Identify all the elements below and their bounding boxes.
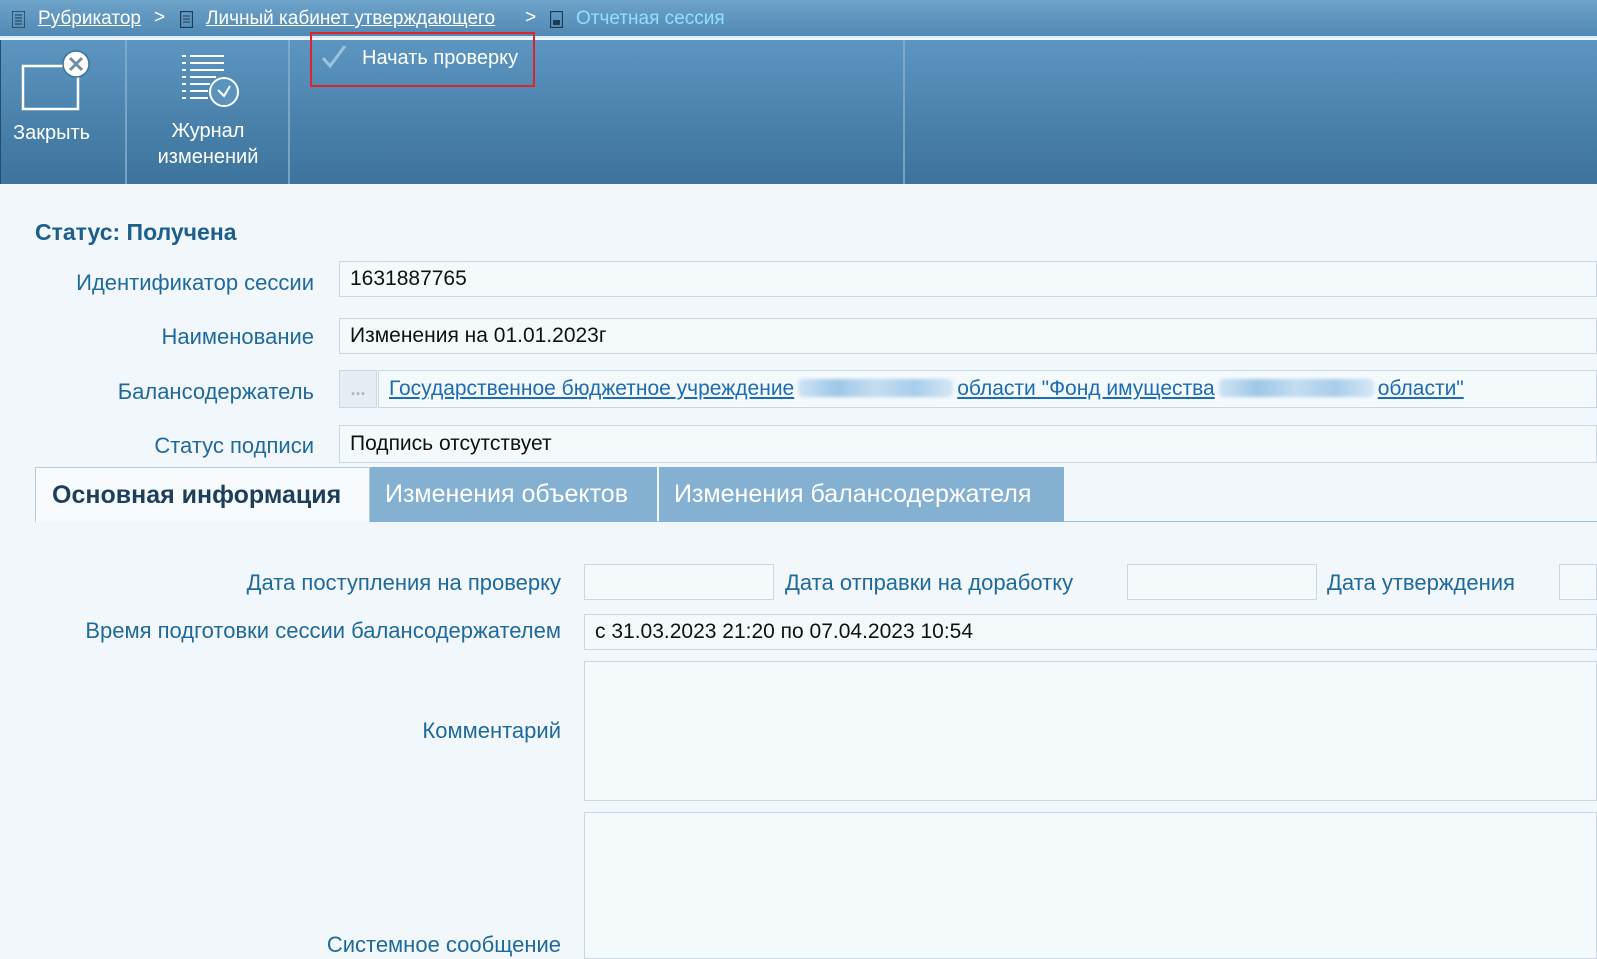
- date-sent-back-label: Дата отправки на доработку: [785, 570, 1074, 595]
- change-log-label-line1: Журнал: [171, 120, 245, 142]
- sign-status-field[interactable]: Подпись отсутствует: [339, 425, 1597, 463]
- redacted-region: [798, 379, 954, 397]
- document-icon: [180, 11, 193, 28]
- session-id-label: Идентификатор сессии: [76, 270, 314, 295]
- breadcrumb-separator: >: [525, 7, 537, 28]
- toolbar-divider: [125, 40, 127, 184]
- owner-link-part1[interactable]: Государственное бюджетное учреждение: [389, 377, 794, 400]
- owner-link-part3[interactable]: области": [1378, 377, 1464, 400]
- breadcrumb-underline: [0, 36, 1597, 38]
- system-message-label: Системное сообщение: [326, 932, 561, 957]
- toolbar-divider: [288, 40, 290, 184]
- redacted-region: [1218, 379, 1374, 397]
- change-log-icon: [182, 55, 239, 107]
- name-label: Наименование: [161, 324, 314, 349]
- sign-status-label: Статус подписи: [154, 433, 314, 458]
- page-icon: [550, 11, 563, 28]
- close-window-icon: [21, 50, 90, 111]
- comment-label: Комментарий: [422, 718, 561, 743]
- name-field[interactable]: Изменения на 01.01.2023г: [339, 318, 1597, 354]
- change-log-button[interactable]: Журнал изменений: [128, 40, 288, 184]
- owner-link-part2[interactable]: области "Фонд имущества: [957, 377, 1215, 400]
- date-sent-back-field[interactable]: [1127, 564, 1317, 600]
- list-icon: [12, 11, 25, 28]
- session-id-field[interactable]: 1631887765: [339, 261, 1597, 297]
- owner-select-button[interactable]: ...: [339, 370, 377, 408]
- breadcrumb-bar: Рубрикатор > Личный кабинет утверждающег…: [0, 0, 1597, 38]
- prep-time-field[interactable]: с 31.03.2023 21:20 по 07.04.2023 10:54: [584, 614, 1597, 650]
- owner-label: Балансодержатель: [117, 379, 314, 404]
- tab-object-changes[interactable]: Изменения объектов: [370, 467, 657, 522]
- tab-owner-changes[interactable]: Изменения балансодержателя: [659, 467, 1064, 522]
- breadcrumb-rubricator[interactable]: Рубрикатор: [38, 8, 141, 30]
- date-approved-field[interactable]: [1559, 564, 1597, 600]
- status-title: Статус: Получена: [35, 219, 237, 245]
- tab-main-info[interactable]: Основная информация: [35, 467, 370, 522]
- system-message-textarea[interactable]: [584, 812, 1597, 959]
- toolbar: Закрыть Журнал изменений Начать проверку: [0, 32, 1597, 184]
- checkmark-icon: [321, 45, 347, 69]
- close-button-label: Закрыть: [13, 122, 91, 144]
- comment-textarea[interactable]: [584, 661, 1597, 801]
- breadcrumb-approver-cabinet[interactable]: Личный кабинет утверждающего: [206, 8, 495, 30]
- date-received-field[interactable]: [584, 564, 774, 600]
- breadcrumb-current: Отчетная сессия: [576, 8, 725, 29]
- date-approved-label: Дата утверждения: [1327, 570, 1515, 595]
- start-check-button[interactable]: Начать проверку: [310, 32, 535, 87]
- date-received-label: Дата поступления на проверку: [246, 570, 561, 595]
- start-check-label: Начать проверку: [362, 47, 519, 69]
- toolbar-divider: [903, 40, 905, 184]
- prep-time-label: Время подготовки сессии балансодержателе…: [85, 618, 561, 643]
- close-button[interactable]: Закрыть: [1, 40, 125, 184]
- breadcrumb-separator: >: [154, 7, 166, 28]
- owner-field: Государственное бюджетное учреждение обла…: [378, 370, 1597, 408]
- change-log-label-line2: изменений: [157, 146, 259, 168]
- change-log-label: Журнал изменений: [128, 118, 288, 170]
